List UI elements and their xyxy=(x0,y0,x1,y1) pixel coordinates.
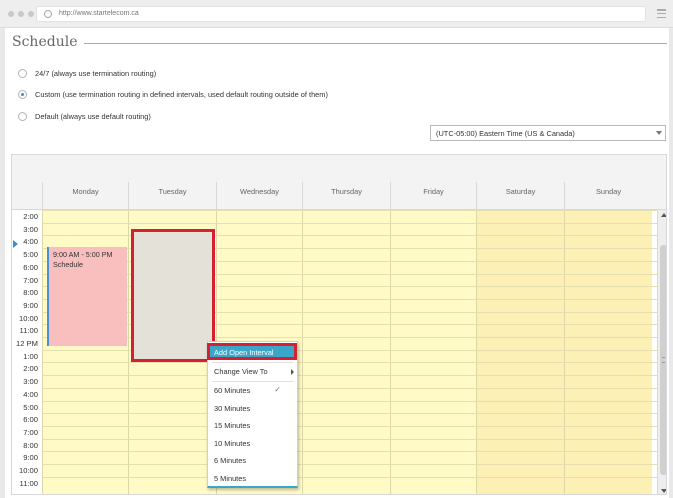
day-header-monday: Monday xyxy=(42,182,128,210)
menu-item-change-view-label: Change View To xyxy=(214,367,268,376)
context-menu: Add Open Interval Change View To 60 Minu… xyxy=(207,341,298,488)
page-title: Schedule xyxy=(12,34,78,50)
calendar-header: Monday Tuesday Wednesday Thursday Friday Satu… xyxy=(12,155,666,210)
close-window-dot[interactable] xyxy=(8,11,14,17)
vertical-scrollbar[interactable] xyxy=(657,210,666,494)
hour-line xyxy=(42,425,657,427)
time-label: 3:00 xyxy=(23,224,38,234)
radio-247-label: 24/7 (always use termination routing) xyxy=(35,69,157,78)
title-divider xyxy=(84,43,667,44)
checkmark-icon: ✓ xyxy=(274,385,281,394)
hour-line xyxy=(42,210,657,211)
day-header-sunday: Sunday xyxy=(564,182,652,210)
menu-item-interval[interactable]: 60 Minutes ✓ xyxy=(208,382,297,399)
scroll-down-icon[interactable] xyxy=(661,489,666,493)
menu-item-interval[interactable]: 15 Minutes xyxy=(208,417,297,434)
event-title: Schedule xyxy=(53,260,83,269)
time-label: 8:00 xyxy=(23,440,38,450)
time-label: 6:00 xyxy=(23,262,38,272)
time-label: 5:00 xyxy=(23,402,38,412)
section-header: Schedule xyxy=(12,34,667,50)
time-label: 4:00 xyxy=(23,237,38,247)
event-time: 9:00 AM - 5:00 PM xyxy=(53,250,113,259)
time-label: 11:00 xyxy=(19,478,38,488)
browser-chrome: http://www.startelecom.ca xyxy=(0,0,673,28)
browser-menu-icon[interactable] xyxy=(657,9,666,18)
current-time-marker-icon xyxy=(13,240,18,248)
time-label: 11:00 xyxy=(19,326,38,336)
time-label: 8:00 xyxy=(23,288,38,298)
selected-interval[interactable] xyxy=(131,229,215,362)
grip-icon xyxy=(662,357,665,363)
maximize-window-dot[interactable] xyxy=(28,11,34,17)
routing-option-247[interactable]: 24/7 (always use termination routing) xyxy=(18,69,156,78)
time-label: 2:00 xyxy=(23,364,38,374)
menu-item-interval-label: 15 Minutes xyxy=(214,421,251,430)
menu-item-interval-label: 6 Minutes xyxy=(214,456,247,465)
time-label: 6:00 xyxy=(23,415,38,425)
radio-custom-label: Custom (use termination routing in defin… xyxy=(35,90,328,99)
day-header-wednesday: Wednesday xyxy=(216,182,302,210)
hour-line xyxy=(42,362,657,364)
time-label: 9:00 xyxy=(23,453,38,463)
menu-item-interval[interactable]: 6 Minutes xyxy=(208,452,297,469)
routing-option-default[interactable]: Default (always use default routing) xyxy=(18,112,151,121)
timezone-select[interactable]: (UTC-05:00) Eastern Time (US & Canada) xyxy=(430,125,666,141)
time-label: 10:00 xyxy=(18,313,38,323)
address-bar[interactable]: http://www.startelecom.ca xyxy=(36,6,646,22)
menu-item-interval[interactable]: 30 Minutes xyxy=(208,400,297,417)
menu-item-interval-label: 10 Minutes xyxy=(214,438,251,448)
time-label: 2:00 xyxy=(23,212,38,221)
hour-line xyxy=(42,400,657,402)
time-label: 5:00 xyxy=(23,250,38,260)
window-controls xyxy=(8,11,34,17)
hour-line xyxy=(42,387,657,389)
menu-item-interval-label: 30 Minutes xyxy=(214,403,251,413)
hour-line xyxy=(42,464,657,465)
scrollbar-thumb[interactable] xyxy=(660,245,666,475)
menu-item-interval-label: 60 Minutes xyxy=(214,386,251,395)
menu-item-interval[interactable]: 5 Minutes xyxy=(208,470,297,487)
radio-default[interactable] xyxy=(18,112,27,121)
time-column: 2:00 3:00 4:00 5:00 6:00 7:00 8:00 9:00 10:00 11:… xyxy=(12,210,42,494)
menu-item-interval[interactable]: 10 Minutes xyxy=(208,435,297,452)
timezone-value: (UTC-05:00) Eastern Time (US & Canada) xyxy=(436,129,575,138)
day-header-saturday: Saturday xyxy=(476,182,564,210)
schedule-calendar: Monday Tuesday Wednesday Thursday Friday Satu… xyxy=(11,154,667,495)
day-header-thursday: Thursday xyxy=(302,182,390,210)
time-label: 9:00 xyxy=(23,300,38,310)
minimize-window-dot[interactable] xyxy=(18,11,24,17)
day-header-tuesday: Tuesday xyxy=(128,182,216,210)
time-label: 7:00 xyxy=(23,275,38,285)
time-label: 12 PM xyxy=(16,339,38,348)
hour-line xyxy=(42,438,657,440)
radio-custom[interactable] xyxy=(18,90,27,99)
menu-item-interval-label: 5 Minutes xyxy=(214,473,247,483)
menu-item-change-view[interactable]: Change View To xyxy=(208,363,297,380)
time-label: 10:00 xyxy=(18,466,38,475)
menu-item-add-open-interval-label: Add Open Interval xyxy=(214,348,274,357)
hour-line xyxy=(42,375,657,377)
time-label: 3:00 xyxy=(23,377,38,387)
radio-247[interactable] xyxy=(18,69,27,78)
page-info-icon xyxy=(44,10,52,18)
schedule-event[interactable]: 9:00 AM - 5:00 PM Schedule xyxy=(47,247,127,346)
time-label: 4:00 xyxy=(23,389,38,399)
hour-line xyxy=(42,476,657,478)
time-label: 7:00 xyxy=(23,427,38,437)
radio-default-label: Default (always use default routing) xyxy=(35,112,151,121)
menu-item-add-open-interval[interactable]: Add Open Interval xyxy=(207,343,297,360)
routing-option-custom[interactable]: Custom (use termination routing in defin… xyxy=(18,90,328,99)
url-text: http://www.startelecom.ca xyxy=(59,10,139,17)
time-label: 1:00 xyxy=(23,351,38,361)
chevron-right-icon xyxy=(291,369,294,375)
scroll-up-icon[interactable] xyxy=(661,213,666,217)
chevron-down-icon xyxy=(656,131,662,135)
day-header-friday: Friday xyxy=(390,182,476,210)
page-content: Schedule 24/7 (always use termination ro… xyxy=(5,28,669,498)
hour-line xyxy=(42,413,657,415)
hour-line xyxy=(42,451,657,453)
hour-line xyxy=(42,222,657,224)
